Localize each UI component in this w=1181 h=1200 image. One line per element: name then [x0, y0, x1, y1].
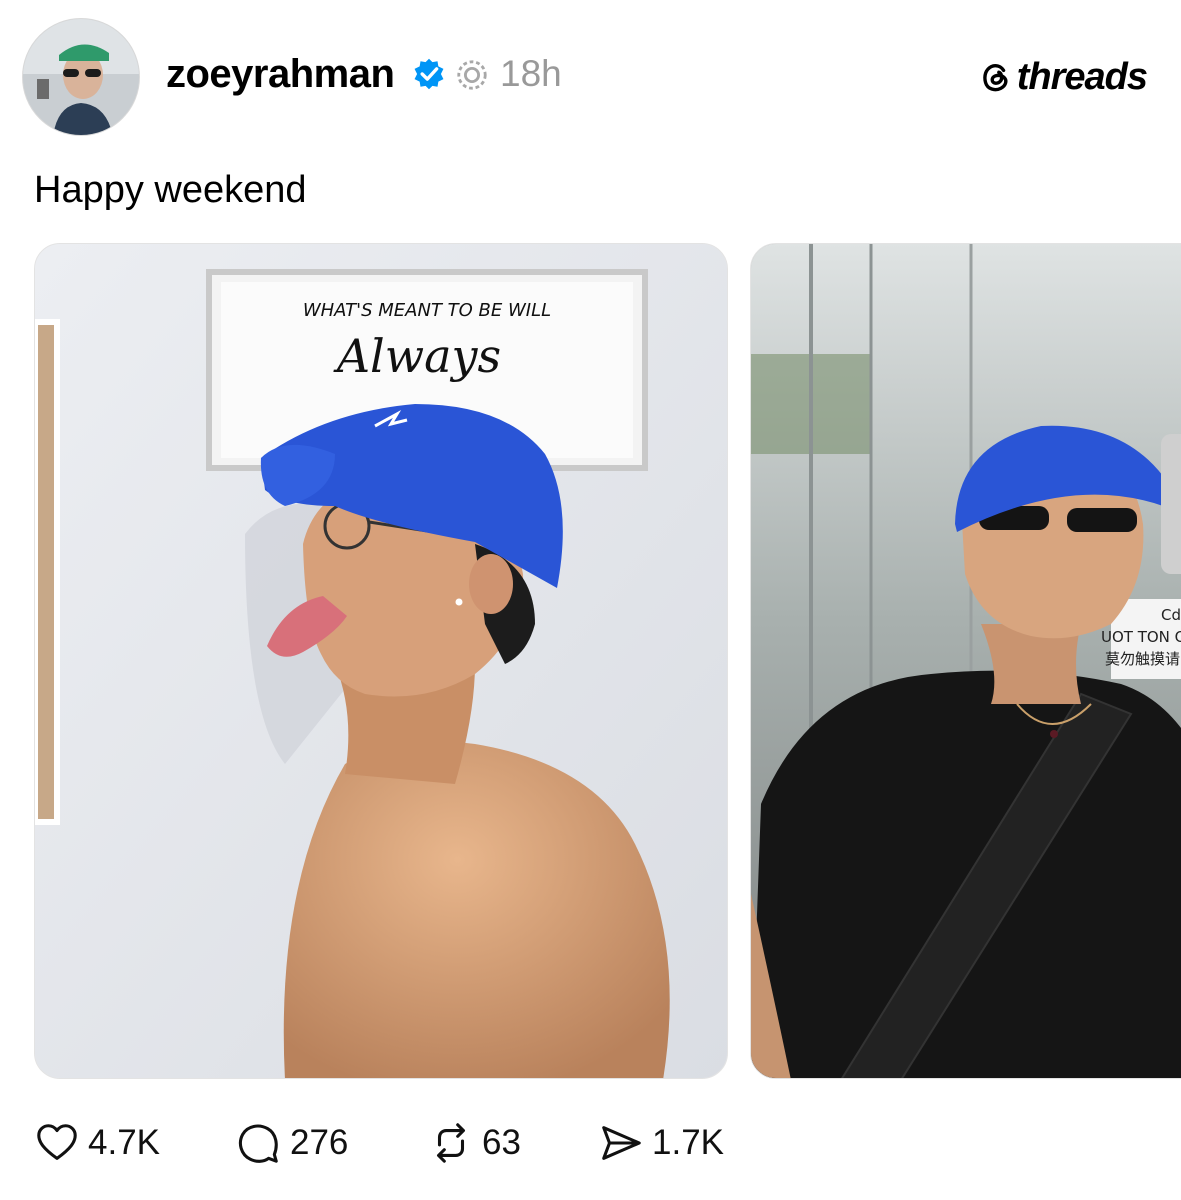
sign-text-top: WHAT'S MEANT TO BE WILL: [303, 300, 551, 321]
share-button[interactable]: 1.7K: [598, 1116, 724, 1170]
post-photo-1[interactable]: WHAT'S MEANT TO BE WILL Always: [34, 243, 728, 1079]
threads-logo-icon: [982, 64, 1008, 92]
username[interactable]: zoeyrahman: [166, 50, 395, 98]
wall-sign-line-2: UOT TON OD 3: [1101, 628, 1181, 646]
share-count: 1.7K: [652, 1123, 724, 1162]
threads-wordmark: threads: [1016, 56, 1148, 98]
like-count: 4.7K: [88, 1123, 160, 1162]
reply-button[interactable]: 276: [236, 1116, 348, 1170]
post-photo-2[interactable]: Cdrgrus UOT TON OD 3 莫勿触摸请: [750, 243, 1181, 1079]
photo-gym-mirror: Cdrgrus UOT TON OD 3 莫勿触摸请: [751, 244, 1181, 1078]
photo-shirtless-cap: WHAT'S MEANT TO BE WILL Always: [35, 244, 727, 1078]
sign-text-script: Always: [333, 329, 501, 383]
post-timestamp: 18h: [500, 53, 562, 94]
post-actions: 4.7K 276 63 1.7K: [0, 1116, 1181, 1170]
heart-icon: [37, 1124, 77, 1160]
ring-icon: [457, 60, 487, 90]
repost-button[interactable]: 63: [428, 1116, 521, 1170]
post-text: Happy weekend: [34, 169, 307, 211]
repost-arrows-icon: [437, 1123, 465, 1163]
avatar-image: [23, 19, 139, 135]
like-button[interactable]: 4.7K: [34, 1116, 160, 1170]
verified-badge-icon: [414, 58, 444, 90]
threads-brand: threads: [979, 55, 1148, 99]
speech-bubble-icon: [238, 1124, 278, 1163]
reply-count: 276: [290, 1123, 349, 1162]
repost-count: 63: [482, 1123, 521, 1162]
send-icon: [602, 1126, 641, 1160]
wall-sign-line-1: Cdrgrus: [1161, 606, 1181, 624]
avatar[interactable]: [22, 18, 140, 136]
wall-sign-line-3: 莫勿触摸请: [1105, 650, 1180, 668]
